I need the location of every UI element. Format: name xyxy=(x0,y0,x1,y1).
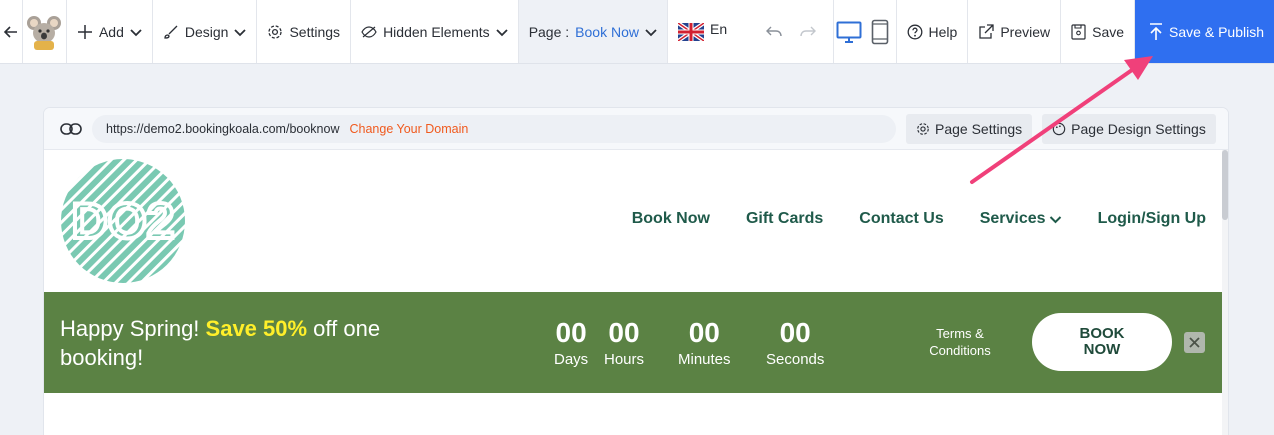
plus-icon xyxy=(77,24,92,39)
external-link-icon xyxy=(979,23,994,39)
page-value: Book Now xyxy=(575,23,639,40)
change-domain-link[interactable]: Change Your Domain xyxy=(349,122,468,136)
mobile-icon xyxy=(871,19,888,44)
nav-services[interactable]: Services xyxy=(980,210,1062,228)
page-design-settings-label: Page Design Settings xyxy=(1071,120,1206,137)
chevron-down-icon xyxy=(496,28,508,36)
timer-seconds: 00 Seconds xyxy=(766,317,825,369)
site-header: DO2 Book Now Gift Cards Contact Us Servi… xyxy=(44,150,1222,292)
arrow-left-icon xyxy=(3,25,17,38)
back-button[interactable] xyxy=(0,0,23,63)
redo-button[interactable] xyxy=(791,0,835,63)
gear-icon xyxy=(917,122,929,135)
nav-book-now[interactable]: Book Now xyxy=(632,210,710,228)
desktop-view-button[interactable] xyxy=(834,0,864,63)
add-menu[interactable]: Add xyxy=(67,0,153,63)
language-label: En xyxy=(709,20,728,37)
timer-minutes-value: 00 xyxy=(688,317,720,348)
timer-hours-label: Hours xyxy=(604,351,645,368)
settings-label: Settings xyxy=(289,23,341,40)
eye-off-icon xyxy=(361,25,377,38)
site-logo[interactable]: DO2 xyxy=(60,158,186,284)
mobile-view-button[interactable] xyxy=(864,0,897,63)
url-field[interactable]: https://demo2.bookingkoala.com/booknow C… xyxy=(92,114,896,143)
nav-contact-us[interactable]: Contact Us xyxy=(859,210,943,228)
timer-days-value: 00 xyxy=(555,317,587,348)
page-selector[interactable]: Page : Book Now xyxy=(518,0,668,63)
help-button[interactable]: Help xyxy=(897,0,969,63)
hidden-elements-label: Hidden Elements xyxy=(383,23,490,40)
chevron-down-icon xyxy=(234,28,247,36)
site-nav: Book Now Gift Cards Contact Us Services … xyxy=(632,210,1206,228)
save-icon xyxy=(1071,23,1086,40)
page-settings-label: Page Settings xyxy=(935,120,1023,137)
promo-text: Happy Spring! Save 50% off one booking! xyxy=(60,314,420,372)
address-bar: https://demo2.bookingkoala.com/booknow C… xyxy=(44,108,1228,150)
hidden-elements-menu[interactable]: Hidden Elements xyxy=(351,0,519,63)
koala-icon xyxy=(27,15,62,50)
help-label: Help xyxy=(928,23,958,40)
terms-link[interactable]: Terms & Conditions xyxy=(910,325,1010,359)
save-publish-label: Save & Publish xyxy=(1169,23,1264,40)
preview-button[interactable]: Preview xyxy=(968,0,1062,63)
book-now-label: BOOK NOW xyxy=(1079,325,1125,358)
language-selector[interactable]: En xyxy=(668,0,757,63)
chevron-down-icon xyxy=(645,28,657,36)
promo-highlight: Save 50% xyxy=(205,316,308,341)
page-preview-frame: https://demo2.bookingkoala.com/booknow C… xyxy=(44,108,1228,435)
palette-icon xyxy=(1052,122,1066,135)
uk-flag-icon xyxy=(677,22,704,41)
url-text: https://demo2.bookingkoala.com/booknow xyxy=(106,121,340,136)
page-prefix: Page : xyxy=(528,23,570,40)
undo-button[interactable] xyxy=(757,0,791,63)
timer-days: 00 Days xyxy=(554,317,589,369)
timer-seconds-value: 00 xyxy=(779,317,811,348)
help-icon xyxy=(907,24,922,39)
promo-before: Happy Spring! xyxy=(60,316,206,341)
timer-seconds-label: Seconds xyxy=(766,351,825,368)
timer-hours: 00 Hours xyxy=(604,317,645,369)
timer-minutes: 00 Minutes xyxy=(678,317,731,369)
undo-icon xyxy=(766,26,782,36)
scrollbar-thumb[interactable] xyxy=(1222,150,1228,220)
save-button[interactable]: Save xyxy=(1061,0,1136,63)
redo-icon xyxy=(800,26,817,36)
design-menu[interactable]: Design xyxy=(153,0,258,63)
nav-gift-cards[interactable]: Gift Cards xyxy=(746,210,823,228)
nav-services-label: Services xyxy=(979,210,1046,227)
promo-banner: Happy Spring! Save 50% off one booking! … xyxy=(44,292,1222,393)
design-label: Design xyxy=(184,23,229,40)
book-now-button[interactable]: BOOK NOW xyxy=(1032,313,1172,371)
save-publish-button[interactable]: Save & Publish xyxy=(1135,0,1274,63)
page-design-settings-button[interactable]: Page Design Settings xyxy=(1042,113,1216,144)
desktop-icon xyxy=(836,21,862,43)
close-icon xyxy=(1189,337,1200,348)
page-body xyxy=(44,393,1222,435)
settings-button[interactable]: Settings xyxy=(257,0,352,63)
timer-hours-value: 00 xyxy=(608,317,640,348)
brush-icon xyxy=(164,25,178,39)
chevron-down-icon xyxy=(1049,216,1061,224)
link-icon xyxy=(60,122,82,135)
preview-label: Preview xyxy=(1000,23,1051,40)
koala-logo[interactable] xyxy=(23,0,67,63)
timer-minutes-label: Minutes xyxy=(678,351,731,368)
upload-icon xyxy=(1150,22,1163,40)
logo-text: DO2 xyxy=(72,193,175,249)
add-label: Add xyxy=(98,23,124,40)
nav-login-signup[interactable]: Login/Sign Up xyxy=(1098,210,1206,228)
close-banner-button[interactable] xyxy=(1184,332,1205,353)
page-settings-button[interactable]: Page Settings xyxy=(906,113,1033,144)
save-label: Save xyxy=(1092,23,1125,40)
chevron-down-icon xyxy=(130,28,142,36)
gear-icon xyxy=(268,24,283,39)
timer-days-label: Days xyxy=(554,351,589,368)
editor-toolbar: Add Design Settings Hidden Elements Page… xyxy=(0,0,1274,64)
